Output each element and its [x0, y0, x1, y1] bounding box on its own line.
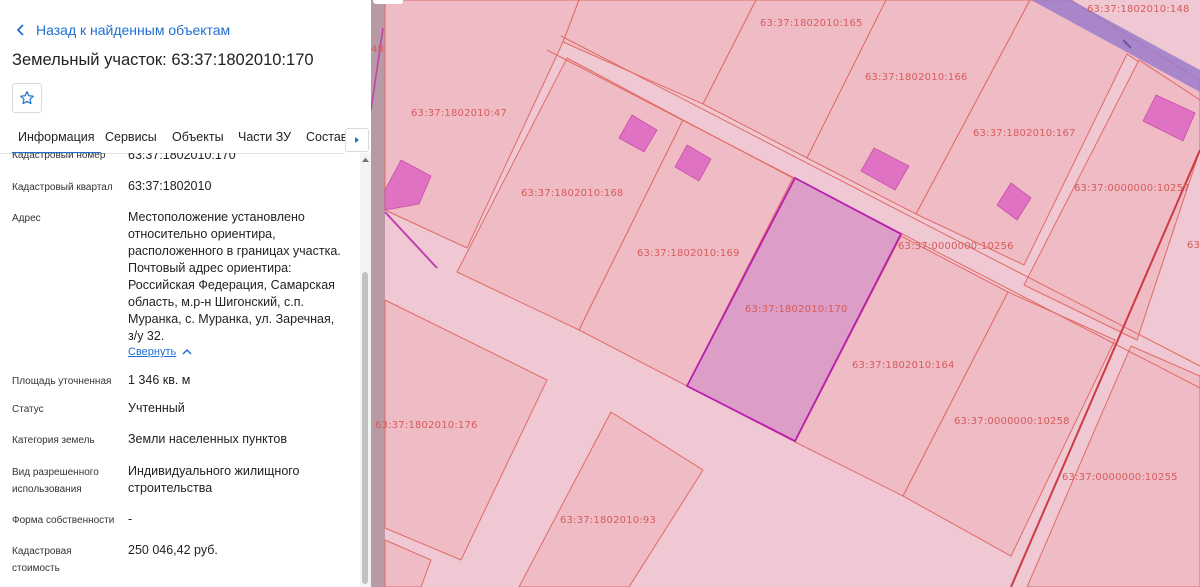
label-line: использования: [12, 484, 82, 495]
info-fields: Кадастровый номер 63:37:1802010:170 Када…: [0, 153, 360, 587]
parcel-label: 63:37:1802010:164: [852, 360, 955, 371]
parcel-label: 63:37:0000000:10258: [954, 416, 1070, 427]
address-line: расположенного в границах участка.: [128, 244, 341, 258]
tab-services[interactable]: Сервисы: [105, 130, 157, 144]
parcel-label: 63:37:1802010:176: [375, 420, 478, 431]
field-value: Индивидуального жилищного строительства: [128, 463, 350, 497]
tab-bar: Информация Сервисы Объекты Части ЗУ Сост…: [0, 122, 345, 154]
parcel-label: 63:37:0000000:10256: [898, 241, 1014, 252]
parcel-label: 63:37:1802010:148: [1087, 4, 1190, 15]
address-line: относительно ориентира,: [128, 227, 276, 241]
tabs-next-button[interactable]: [345, 128, 369, 152]
value-line: строительства: [128, 481, 213, 495]
parcel-label: 63:37:1802010:165: [760, 18, 863, 29]
field-label: Категория земель: [12, 435, 95, 446]
field-value: Местоположение установлено относительно …: [128, 209, 350, 345]
parcel-label: 48: [371, 44, 384, 55]
field-label: Кадастровый номер: [12, 153, 106, 161]
chevron-up-icon: [182, 348, 192, 355]
map-edge-strip: [371, 0, 385, 587]
label-line: стоимость: [12, 563, 60, 574]
info-panel: Назад к найденным объектам Земельный уча…: [0, 0, 371, 587]
field-label: Статус: [12, 404, 44, 415]
field-value: Земли населенных пунктов: [128, 432, 287, 446]
field-value: 63:37:1802010:170: [128, 153, 236, 162]
tab-composition[interactable]: Состав: [306, 130, 345, 144]
field-label: Вид разрешенного использования: [12, 464, 117, 498]
star-icon: [20, 91, 34, 105]
parcel-label: 63:37:1802010:168: [521, 188, 624, 199]
collapse-label: Свернуть: [128, 346, 177, 358]
parcel-label: 63: [1187, 240, 1200, 251]
address-line: Российская Федерация, Самарская: [128, 278, 335, 292]
back-link-label: Назад к найденным объектам: [36, 22, 231, 38]
field-value: Учтенный: [128, 401, 185, 415]
field-value: 250 046,42 руб.: [128, 543, 218, 557]
label-line: Вид разрешенного: [12, 467, 99, 478]
parcel-label: 63:37:1802010:166: [865, 72, 968, 83]
field-label: Кадастровый квартал: [12, 182, 113, 193]
map-control-edge[interactable]: [373, 0, 403, 4]
caret-right-icon: [355, 137, 359, 143]
collapse-address-link[interactable]: Свернуть: [128, 346, 192, 358]
field-label: Адрес: [12, 213, 41, 224]
parcel-label: 63:37:1802010:93: [560, 515, 656, 526]
field-label: Форма собственности: [12, 515, 115, 526]
cadastral-map[interactable]: 63:37:1802010:148 63:37:1802010:165 63:3…: [371, 0, 1200, 587]
parcel-label: 63:37:1802010:170: [745, 304, 848, 315]
map-canvas[interactable]: 63:37:1802010:148 63:37:1802010:165 63:3…: [371, 0, 1200, 587]
address-line: з/у 32.: [128, 329, 165, 343]
chevron-left-icon: [16, 24, 24, 36]
address-line: Муранка, с. Муранка, ул. Заречная,: [128, 312, 335, 326]
field-value: -: [128, 512, 133, 526]
parcel-label: 63:37:0000000:10257: [1074, 183, 1190, 194]
field-value: 1 346 кв. м: [128, 373, 191, 387]
label-line: Кадастровая: [12, 546, 72, 557]
field-label: Площадь уточненная: [12, 376, 112, 387]
value-line: Индивидуального жилищного: [128, 464, 300, 478]
parcel-label: 63:37:1802010:167: [973, 128, 1076, 139]
field-label: Кадастровая стоимость: [12, 543, 117, 577]
address-line: Почтовый адрес ориентира:: [128, 261, 292, 275]
address-line: Местоположение установлено: [128, 210, 305, 224]
favorite-button[interactable]: [12, 83, 42, 113]
tab-parts[interactable]: Части ЗУ: [238, 130, 291, 144]
scroll-up-icon[interactable]: [361, 156, 370, 164]
field-value: 63:37:1802010: [128, 179, 212, 193]
tab-objects[interactable]: Объекты: [172, 130, 224, 144]
back-link[interactable]: Назад к найденным объектам: [14, 20, 230, 40]
parcel-label: 63:37:1802010:169: [637, 248, 740, 259]
scrollbar-thumb[interactable]: [362, 272, 368, 584]
page-title: Земельный участок: 63:37:1802010:170: [12, 51, 314, 69]
address-line: область, м.р-н Шигонский, с.п.: [128, 295, 304, 309]
parcel-label: 63:37:0000000:10255: [1062, 472, 1178, 483]
tab-information[interactable]: Информация: [12, 130, 101, 153]
parcel-label: 63:37:1802010:47: [411, 108, 507, 119]
